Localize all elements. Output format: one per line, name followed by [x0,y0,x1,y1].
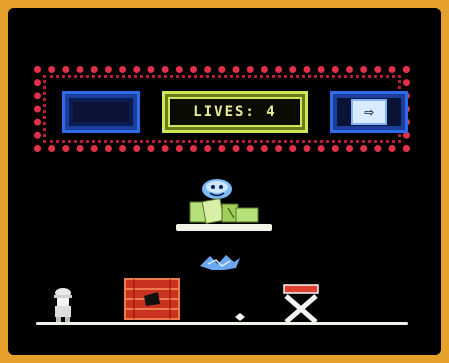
lives-panel: LIVES: 4 [162,91,308,133]
player-character-sprite [54,288,72,322]
empty-item-slot [62,91,140,133]
next-button[interactable]: ⇨ [330,91,408,133]
floor-platform [36,322,408,325]
shelf-platform [176,224,272,231]
wooden-crate-sprite [124,278,180,320]
lives-counter: LIVES: 4 [193,104,277,120]
blue-bird-sprite [200,255,240,270]
x-trestle-sprite [283,284,319,324]
right-arrow-icon: ⇨ [351,99,387,125]
green-boxes-sprite [189,198,259,224]
diamond-item-sprite[interactable] [234,312,246,322]
